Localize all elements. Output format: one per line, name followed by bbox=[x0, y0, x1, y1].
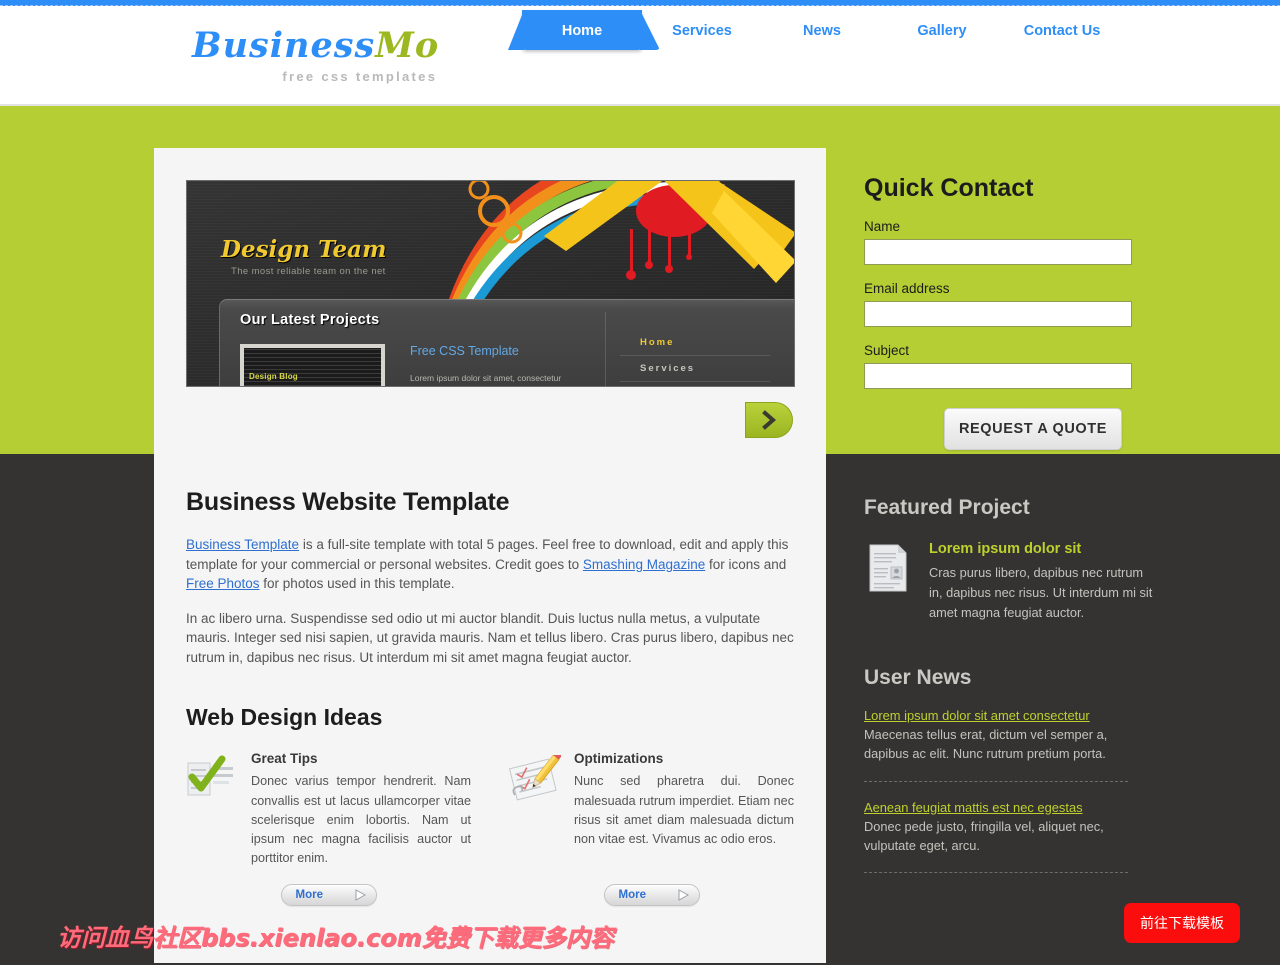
email-input[interactable] bbox=[864, 301, 1132, 327]
logo-text-primary: Business bbox=[192, 25, 376, 66]
main-navigation: Home Services News Gallery Contact Us bbox=[508, 10, 1122, 50]
banner-menu-item-services[interactable]: Services bbox=[620, 356, 770, 382]
name-input[interactable] bbox=[864, 239, 1132, 265]
email-field-label: Email address bbox=[864, 281, 950, 296]
nav-item-home[interactable]: Home bbox=[508, 10, 660, 50]
link-free-photos[interactable]: Free Photos bbox=[186, 576, 260, 591]
user-news-item: Aenean feugiat mattis est nec egestas Do… bbox=[864, 800, 1154, 856]
banner-title: Design Team bbox=[221, 236, 387, 263]
banner-inner-title: Our Latest Projects bbox=[240, 312, 380, 328]
idea-body: Optimizations Nunc sed pharetra dui. Don… bbox=[574, 751, 794, 868]
more-button-wrapper: More bbox=[186, 884, 471, 907]
more-button-label: More bbox=[618, 889, 646, 902]
section-title-web-design-ideas: Web Design Ideas bbox=[186, 704, 383, 731]
user-news-divider bbox=[864, 872, 1128, 874]
request-quote-button[interactable]: REQUEST A QUOTE bbox=[944, 408, 1122, 450]
pencil-notepad-icon bbox=[508, 751, 562, 868]
featured-project-body: Lorem ipsum dolor sit Cras purus libero,… bbox=[929, 541, 1154, 624]
document-pages-icon bbox=[864, 541, 912, 624]
logo-tagline: free css templates bbox=[282, 69, 438, 84]
link-business-template[interactable]: Business Template bbox=[186, 537, 299, 552]
intro-text-3: for photos used in this template. bbox=[259, 576, 455, 592]
user-news-link-2[interactable]: Aenean feugiat mattis est nec egestas bbox=[864, 800, 1154, 815]
nav-item-services[interactable]: Services bbox=[642, 10, 762, 50]
more-button-label: More bbox=[295, 889, 323, 902]
name-field-label: Name bbox=[864, 219, 901, 234]
idea-item-great-tips: Great Tips Donec varius tempor hendrerit… bbox=[186, 751, 471, 868]
featured-project-heading: Featured Project bbox=[864, 496, 1030, 519]
nav-item-contact-us[interactable]: Contact Us bbox=[1002, 10, 1122, 50]
subject-field-label: Subject bbox=[864, 343, 910, 358]
main-article: Business Website Template Business Templ… bbox=[186, 488, 794, 907]
more-button-wrapper: More bbox=[509, 884, 794, 907]
user-news-divider bbox=[864, 780, 1128, 782]
checklist-check-icon bbox=[186, 751, 238, 868]
banner-subtitle: The most reliable team on the net bbox=[231, 266, 386, 277]
idea-title: Great Tips bbox=[251, 751, 318, 767]
logo-text-secondary: Mo bbox=[375, 25, 440, 66]
nav-item-news[interactable]: News bbox=[762, 10, 882, 50]
second-paragraph: In ac libero urna. Suspendisse sed odio … bbox=[186, 610, 794, 665]
featured-project-item: Lorem ipsum dolor sit Cras purus libero,… bbox=[864, 541, 1154, 624]
idea-item-optimizations: Optimizations Nunc sed pharetra dui. Don… bbox=[508, 751, 794, 868]
thumbnail-texture bbox=[244, 348, 381, 386]
slider-next-button[interactable] bbox=[745, 402, 793, 438]
banner-menu-item-home[interactable]: Home bbox=[620, 330, 770, 356]
more-button-optimizations[interactable]: More bbox=[603, 884, 700, 907]
quick-contact-panel: Quick Contact Name Email address Subject… bbox=[864, 174, 1154, 450]
intro-text-2: for icons and bbox=[705, 556, 787, 572]
banner-inner-divider bbox=[605, 312, 606, 386]
hero-banner[interactable]: Design Team The most reliable team on th… bbox=[186, 180, 795, 387]
chevron-right-icon bbox=[762, 410, 777, 430]
ideas-list: Great Tips Donec varius tempor hendrerit… bbox=[186, 751, 794, 868]
user-news-text-1: Maecenas tellus erat, dictum vel semper … bbox=[864, 726, 1108, 762]
banner-thumbnail: Design Blog bbox=[240, 344, 385, 386]
subject-input[interactable] bbox=[864, 363, 1132, 389]
idea-title: Optimizations bbox=[574, 751, 664, 767]
site-header: BusinessMo free css templates Home Servi… bbox=[0, 6, 1280, 106]
triangle-right-icon bbox=[678, 889, 689, 901]
banner-side-menu: Home Services Portfolio Templates bbox=[620, 330, 770, 386]
page-title: Business Website Template bbox=[186, 488, 510, 516]
user-news-heading: User News bbox=[864, 665, 972, 689]
triangle-right-icon bbox=[355, 889, 366, 901]
banner-inner-panel: Our Latest Projects Design Blog Free CSS… bbox=[219, 299, 794, 386]
user-news-panel: User News Lorem ipsum dolor sit amet con… bbox=[864, 666, 1154, 874]
user-news-link-1[interactable]: Lorem ipsum dolor sit amet consectetur bbox=[864, 708, 1154, 723]
content-panel: Design Team The most reliable team on th… bbox=[154, 148, 826, 963]
idea-body: Great Tips Donec varius tempor hendrerit… bbox=[251, 751, 471, 868]
site-logo[interactable]: BusinessMo free css templates bbox=[192, 28, 439, 83]
more-button-great-tips[interactable]: More bbox=[280, 884, 377, 907]
user-news-item: Lorem ipsum dolor sit amet consectetur M… bbox=[864, 708, 1154, 764]
intro-paragraph: Business Template is a full-site templat… bbox=[186, 535, 794, 594]
banner-article-text: Lorem ipsum dolor sit amet, consectetur … bbox=[410, 373, 562, 383]
user-news-text-2: Donec pede justo, fringilla vel, aliquet… bbox=[864, 818, 1104, 853]
featured-project-text: Cras purus libero, dapibus nec rutrum in… bbox=[929, 565, 1153, 621]
banner-article-title[interactable]: Free CSS Template bbox=[410, 344, 519, 358]
banner-ribbon-graphic bbox=[448, 181, 794, 311]
featured-project-title[interactable]: Lorem ipsum dolor sit bbox=[929, 541, 1154, 557]
more-buttons-row: More More bbox=[186, 884, 794, 907]
idea-text: Donec varius tempor hendrerit. Nam conva… bbox=[251, 774, 471, 865]
banner-menu-item-portfolio[interactable]: Portfolio bbox=[620, 382, 770, 386]
download-template-button[interactable]: 前往下载模板 bbox=[1124, 903, 1240, 943]
dark-sidebar: Featured Project Lorem ipsum dolor sit C… bbox=[864, 496, 1154, 874]
nav-item-gallery[interactable]: Gallery bbox=[882, 10, 1002, 50]
thumbnail-label: Design Blog bbox=[249, 372, 298, 381]
logo-text: BusinessMo bbox=[192, 28, 439, 63]
idea-text: Nunc sed pharetra dui. Donec malesuada r… bbox=[574, 774, 794, 846]
link-smashing-magazine[interactable]: Smashing Magazine bbox=[583, 557, 705, 572]
quick-contact-heading: Quick Contact bbox=[864, 174, 1034, 202]
